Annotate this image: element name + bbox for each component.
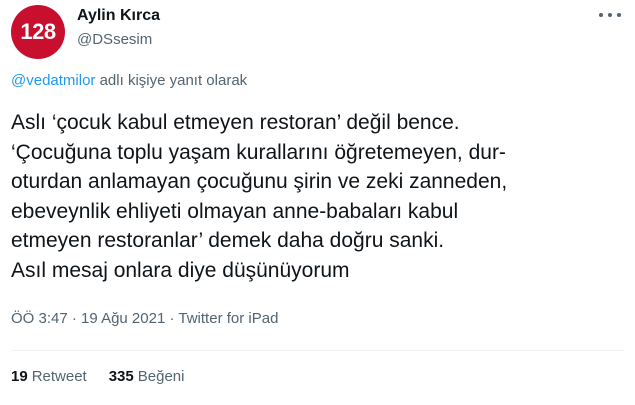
tweet-metadata: ÖÖ 3:47 · 19 Ağu 2021 · Twitter for iPad <box>11 310 278 327</box>
author-display-name[interactable]: Aylin Kırca <box>77 7 160 25</box>
reply-context-text: adlı kişiye yanıt olarak <box>99 72 248 89</box>
tweet-text-line: ‘Çocuğuna toplu yaşam kurallarını öğrete… <box>11 140 506 164</box>
likes-stat[interactable]: 335 Beğeni <box>109 368 185 385</box>
avatar[interactable]: 128 <box>11 5 65 59</box>
retweets-count: 19 <box>11 368 28 385</box>
author-handle[interactable]: @DSsesim <box>77 31 152 48</box>
more-dot <box>608 13 612 17</box>
tweet-text-line: ebeveynlik ehliyeti olmayan anne-babalar… <box>11 199 459 223</box>
divider <box>11 350 624 351</box>
tweet-date[interactable]: 19 Ağu 2021 <box>81 310 165 327</box>
tweet-text-line: Asıl mesaj onlara diye düşünüyorum <box>11 258 350 282</box>
tweet-stats: 19 Retweet 335 Beğeni <box>11 368 206 385</box>
tweet-text-line: oturdan anlamayan çocuğunu şirin ve zeki… <box>11 170 508 193</box>
tweet-text: Aslı ‘çocuk kabul etmeyen restoran’ deği… <box>11 108 621 285</box>
more-dot <box>599 13 603 17</box>
retweets-stat[interactable]: 19 Retweet <box>11 368 87 385</box>
meta-separator: · <box>169 310 175 327</box>
tweet-time[interactable]: ÖÖ 3:47 <box>11 310 68 327</box>
meta-separator: · <box>71 310 77 327</box>
avatar-text: 128 <box>20 19 56 44</box>
tweet-source[interactable]: Twitter for iPad <box>178 310 278 327</box>
tweet-text-line: Aslı ‘çocuk kabul etmeyen restoran’ deği… <box>11 111 460 134</box>
reply-mention-link[interactable]: @vedatmilor <box>11 72 95 89</box>
retweets-label: Retweet <box>31 368 87 385</box>
more-horizontal-icon[interactable] <box>599 8 621 22</box>
reply-context: @vedatmilor adlı kişiye yanıt olarak <box>11 72 247 89</box>
more-dot <box>617 13 621 17</box>
tweet-text-line: etmeyen restoranlar’ demek daha doğru sa… <box>11 229 445 252</box>
likes-count: 335 <box>108 368 134 385</box>
likes-label: Beğeni <box>137 368 185 385</box>
tweet-card: 128 Aylin Kırca @DSsesim @vedatmilor adl… <box>0 0 635 405</box>
